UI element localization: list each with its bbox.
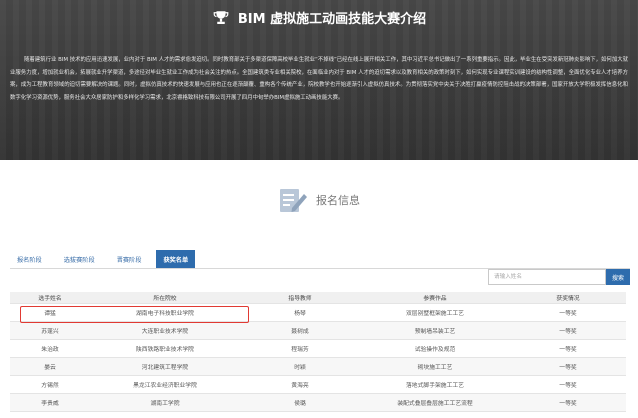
cell-school: 湖南工学院 — [90, 393, 240, 412]
stage-tabs: 报名阶段 选拔赛阶段 晋赛阶段 获奖名单 — [10, 250, 203, 269]
banner-title: BIM 虚拟施工动画技能大赛介绍 — [237, 12, 427, 27]
signup-section-header: 报名信息 — [0, 186, 638, 214]
cell-player-name: 方锡然 — [10, 375, 90, 394]
cell-award: 一等奖 — [510, 357, 626, 376]
cell-entry: 试验操作及规范 — [360, 339, 510, 358]
cell-award: 一等奖 — [510, 303, 626, 322]
cell-entry: 落地式脚手架施工工艺 — [360, 375, 510, 394]
table-header-row: 选手姓名 所在院校 指导教师 参赛作品 获奖情况 — [10, 292, 626, 304]
cell-entry: 双层别墅框架施工工艺 — [360, 303, 510, 322]
cell-advisor: 聂树成 — [240, 321, 360, 340]
trophy-icon — [213, 10, 229, 24]
cell-player-name: 谭猛 — [10, 303, 90, 322]
tab-award-list[interactable]: 获奖名单 — [156, 250, 196, 269]
name-search-input[interactable] — [488, 269, 606, 285]
banner-description: 随着建筑行业 BIM 技术的应用迅速发展，业内对于 BIM 人才的需求愈发迫切。… — [10, 57, 628, 101]
cell-award: 一等奖 — [510, 393, 626, 412]
table-row: 谭猛 湖南电子科技职业学院 杨琴 双层别墅框架施工工艺 一等奖 — [10, 303, 626, 322]
signup-info-title: 报名信息 — [316, 194, 360, 207]
cell-entry: 装配式叠层叠层施工工艺流程 — [360, 393, 510, 412]
header-entry: 参赛作品 — [360, 292, 510, 304]
cell-advisor: 杨琴 — [240, 303, 360, 322]
cell-advisor: 时颖 — [240, 357, 360, 376]
table-row: 晏云 河北建筑工程学院 时颖 砌块施工工艺 一等奖 — [10, 357, 626, 376]
cell-award: 一等奖 — [510, 321, 626, 340]
cell-advisor: 程瑞芳 — [240, 339, 360, 358]
tab-signup-stage[interactable]: 报名阶段 — [10, 251, 49, 268]
header-school: 所在院校 — [90, 292, 240, 304]
edit-form-icon — [280, 189, 307, 212]
intro-banner: BIM 虚拟施工动画技能大赛介绍 随着建筑行业 BIM 技术的应用迅速发展，业内… — [0, 0, 638, 160]
cell-player-name: 李贵威 — [10, 393, 90, 412]
cell-entry: 砌块施工工艺 — [360, 357, 510, 376]
table-row: 方锡然 黑龙江农业经济职业学院 黄海亮 落地式脚手架施工工艺 一等奖 — [10, 375, 626, 394]
cell-award: 一等奖 — [510, 375, 626, 394]
header-advisor: 指导教师 — [240, 292, 360, 304]
cell-advisor: 黄海亮 — [240, 375, 360, 394]
tab-advance-stage[interactable]: 晋赛阶段 — [110, 251, 149, 268]
header-player-name: 选手姓名 — [10, 292, 90, 304]
tab-selection-stage[interactable]: 选拔赛阶段 — [57, 251, 102, 268]
table-row: 李贵威 湖南工学院 侯璐 装配式叠层叠层施工工艺流程 一等奖 — [10, 393, 626, 412]
cell-player-name: 晏云 — [10, 357, 90, 376]
cell-player-name: 朱治政 — [10, 339, 90, 358]
search-button[interactable]: 搜索 — [606, 269, 630, 285]
cell-school: 陕西铁路职业技术学院 — [90, 339, 240, 358]
banner-title-row: BIM 虚拟施工动画技能大赛介绍 — [0, 8, 638, 27]
search-bar: 搜索 — [488, 269, 630, 285]
cell-school: 湖南电子科技职业学院 — [90, 303, 240, 322]
cell-school: 黑龙江农业经济职业学院 — [90, 375, 240, 394]
table-row: 苏蓬兴 大连职业技术学院 聂树成 预制墙吊装工艺 一等奖 — [10, 321, 626, 340]
table-row: 朱治政 陕西铁路职业技术学院 程瑞芳 试验操作及规范 一等奖 — [10, 339, 626, 358]
cell-school: 河北建筑工程学院 — [90, 357, 240, 376]
cell-advisor: 侯璐 — [240, 393, 360, 412]
cell-player-name: 苏蓬兴 — [10, 321, 90, 340]
header-award: 获奖情况 — [510, 292, 626, 304]
cell-school: 大连职业技术学院 — [90, 321, 240, 340]
cell-entry: 预制墙吊装工艺 — [360, 321, 510, 340]
award-table: 选手姓名 所在院校 指导教师 参赛作品 获奖情况 谭猛 湖南电子科技职业学院 杨… — [10, 292, 626, 412]
cell-award: 一等奖 — [510, 339, 626, 358]
